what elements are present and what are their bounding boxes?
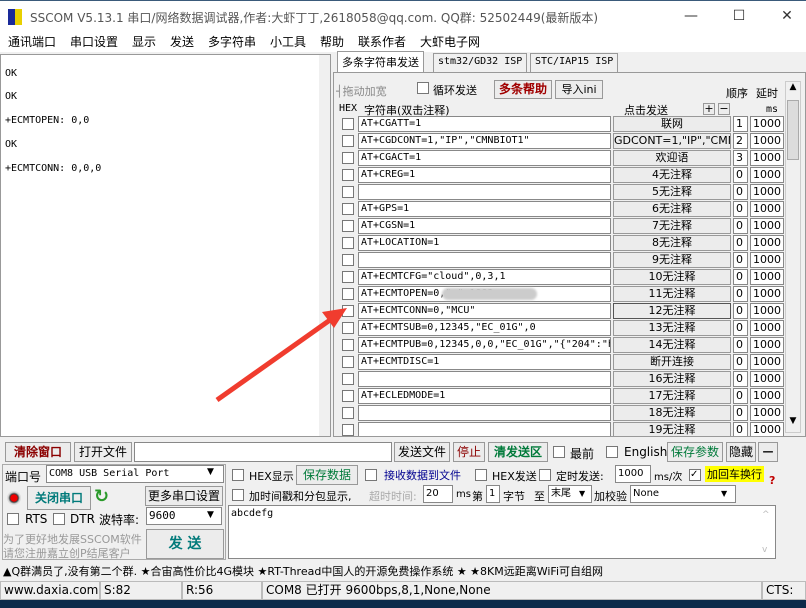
end-dropdown-icon[interactable]: ▼ [579,489,585,498]
checksum-dropdown-icon[interactable]: ▼ [721,489,727,498]
send-file-button[interactable]: 发送文件 [394,442,450,462]
collapse-button[interactable]: — [758,442,778,462]
interval-unit: ms/次 [654,472,683,483]
english-label: English [624,445,668,459]
hex-send-checkbox[interactable] [475,469,487,481]
status-sent: S:82 [100,581,182,600]
add-crlf-label: 加回车换行 [705,466,764,482]
help-icon[interactable]: ? [769,474,775,487]
timeout-label: 超时时间: [369,490,417,503]
timed-send-label: 定时发送: [556,470,604,483]
ticker[interactable]: ▲Q群满员了,没有第二个群. ★合宙高性价比4G模块 ★RT-Thread中国人… [3,563,603,579]
port-label: 端口号 [5,470,42,484]
timestamp-label: 加时间戳和分包显示, [249,490,352,503]
status-site[interactable]: www.daxia.com [0,581,100,600]
byte-label: 字节 [503,490,525,503]
send-button[interactable]: 发 送 [146,529,224,559]
status-received: R:56 [182,581,262,600]
recv-to-file-label: 接收数据到文件 [384,469,461,482]
topmost-checkbox[interactable] [553,446,565,458]
arrow-shaft [215,317,332,403]
status-cts: CTS: [762,581,806,600]
hex-show-label: HEX显示 [249,470,294,483]
timeout-unit: ms [456,489,471,500]
english-checkbox[interactable] [606,446,618,458]
port-status-icon [7,491,21,505]
file-path-input[interactable] [134,442,392,462]
timeout-input[interactable]: 20 [423,485,453,503]
promo-line-2: 请您注册嘉立创P结尾客户 [3,547,131,560]
timestamp-checkbox[interactable] [232,489,244,501]
baud-label: 波特率: [99,513,140,527]
save-data-button[interactable]: 保存数据 [296,465,358,485]
timed-send-checkbox[interactable] [539,469,551,481]
interval-input[interactable]: 1000 [615,465,651,483]
close-port-button[interactable]: 关闭串口 [27,486,91,510]
clear-window-button[interactable]: 清除窗口 [5,442,71,462]
refresh-icon[interactable]: ↻ [94,486,109,507]
dtr-checkbox[interactable] [53,513,65,525]
status-port-state: COM8 已打开 9600bps,8,1,None,None [262,581,762,600]
port-select[interactable]: COM8 USB Serial Port [46,465,224,483]
nth-label: 第 [472,490,483,503]
rts-checkbox[interactable] [7,513,19,525]
dtr-label: DTR [70,512,95,526]
send-input[interactable]: abcdefg [228,505,776,559]
hide-button[interactable]: 隐藏 [726,442,756,462]
send-scroll-down-icon[interactable]: v [762,545,767,555]
hex-show-checkbox[interactable] [232,469,244,481]
taskbar [0,600,806,608]
topmost-label: 最前 [570,447,595,461]
save-params-button[interactable]: 保存参数 [667,442,723,462]
open-file-button[interactable]: 打开文件 [74,442,132,462]
byte-from-input[interactable]: 1 [486,485,500,503]
hex-send-label: HEX发送 [492,470,537,483]
clear-send-button[interactable]: 清发送区 [488,442,548,462]
stop-button[interactable]: 停止 [453,442,485,462]
rts-label: RTS [25,512,48,526]
send-scroll-up-icon[interactable]: ^ [762,510,770,520]
recv-to-file-checkbox[interactable] [365,469,377,481]
end-select[interactable]: 末尾 [548,485,592,503]
checksum-label: 加校验 [594,490,627,503]
more-port-settings-button[interactable]: 更多串口设置 [145,486,223,506]
to-label: 至 [534,490,545,503]
port-dropdown-icon[interactable]: ▼ [207,467,214,477]
ticker-text[interactable]: ▲Q群满员了,没有第二个群. ★合宙高性价比4G模块 ★RT-Thread中国人… [3,565,603,578]
baud-dropdown-icon[interactable]: ▼ [207,510,214,520]
add-crlf-checkbox[interactable]: ✓ [689,469,701,481]
